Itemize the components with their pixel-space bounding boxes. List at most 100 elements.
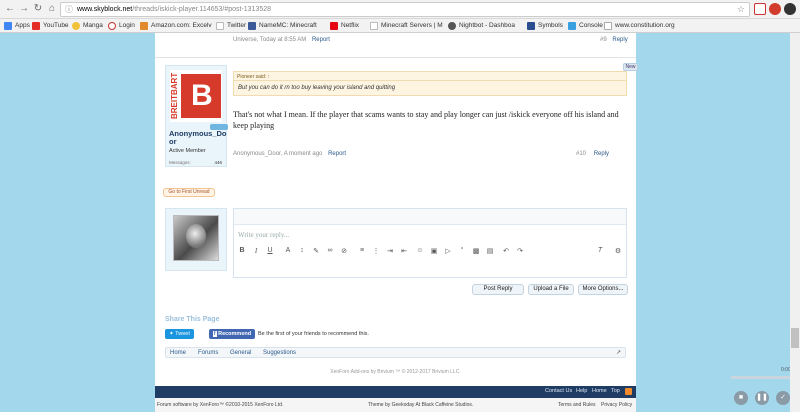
netflix-icon: [330, 22, 338, 30]
post-meta: Anonymous_Door, A moment ago Report: [233, 151, 347, 157]
messages-count: 446: [214, 160, 222, 165]
bookmark-console[interactable]: Console: [568, 21, 603, 31]
media-icon[interactable]: ▷: [443, 247, 453, 255]
breadcrumb-suggestions[interactable]: Suggestions: [263, 348, 296, 358]
bookmark-amazon[interactable]: Amazon.com: Excelv: [140, 21, 212, 31]
google-icon: [216, 22, 224, 30]
top-link[interactable]: Top: [611, 388, 620, 394]
indent-icon[interactable]: ⇥: [385, 247, 395, 255]
apps-icon: [4, 22, 12, 30]
player-progress[interactable]: [731, 376, 791, 379]
prev-reply-link[interactable]: Reply: [612, 37, 627, 43]
redo-icon[interactable]: ↷: [515, 247, 525, 255]
post-number[interactable]: #10: [576, 151, 586, 157]
bookmark-star-icon[interactable]: ☆: [737, 3, 745, 16]
recommend-button[interactable]: f Recommend: [209, 329, 255, 339]
help-link[interactable]: Help: [576, 388, 587, 394]
forward-icon[interactable]: →: [18, 3, 30, 15]
list-icon[interactable]: ⋮: [371, 247, 381, 255]
undo-icon[interactable]: ↶: [501, 247, 511, 255]
bookmark-manga[interactable]: Manga: [72, 21, 103, 31]
url-host: www.skyblock.net: [77, 6, 133, 13]
toggle-bbcode-icon[interactable]: ⚙: [613, 247, 623, 255]
link-icon[interactable]: ∞: [325, 247, 335, 254]
bookmark-youtube[interactable]: YouTube: [32, 21, 69, 31]
extension-icon[interactable]: [754, 3, 766, 15]
post-reply-button[interactable]: Post Reply: [472, 284, 524, 295]
user-avatar[interactable]: [173, 215, 219, 261]
google-icon: [370, 22, 378, 30]
upload-file-button[interactable]: Upload a File: [528, 284, 574, 295]
italic-icon[interactable]: I: [251, 247, 261, 255]
bookmark-login[interactable]: Login: [108, 21, 135, 31]
bookmark-netflix[interactable]: Netflix: [330, 21, 359, 31]
reload-icon[interactable]: ↻: [32, 3, 44, 15]
manga-icon: [72, 22, 80, 30]
back-icon[interactable]: ←: [4, 3, 16, 15]
more-options-button[interactable]: More Options...: [578, 284, 628, 295]
bookmark-twitter[interactable]: Twitter: [216, 21, 246, 31]
avatar[interactable]: BREITBART B: [170, 70, 222, 122]
record-extension-icon[interactable]: [769, 3, 781, 15]
page-viewport: Universe, Today at 8:55 AM Report #9 Rep…: [0, 33, 800, 412]
bookmark-nightbot[interactable]: Nightbot - Dashboa: [448, 21, 515, 31]
underline-icon[interactable]: U: [265, 247, 275, 254]
smilie-icon[interactable]: ☺: [415, 247, 425, 254]
report-link[interactable]: Report: [328, 151, 346, 157]
forum-page: Universe, Today at 8:55 AM Report #9 Rep…: [155, 33, 638, 412]
bookmark-constitution[interactable]: www.constitution.org: [604, 21, 675, 31]
bookmark-symbols[interactable]: Symbols: [527, 21, 563, 31]
post-controls: #10 Reply: [576, 151, 609, 157]
draft-icon[interactable]: ▤: [485, 247, 495, 255]
facebook-icon: [248, 22, 256, 30]
home-link[interactable]: Home: [592, 388, 607, 394]
addons-credit: XenForo Add-ons by Brivium ™ © 2012-2017…: [330, 369, 461, 375]
prev-report-link[interactable]: Report: [312, 37, 330, 43]
bookmark-minecraft-servers[interactable]: Minecraft Servers | M: [370, 21, 443, 31]
breadcrumb-general[interactable]: General: [230, 348, 251, 358]
bookmark-apps[interactable]: Apps: [4, 21, 30, 31]
quote-header: Pioneer said: ↑: [233, 71, 627, 81]
contact-us-link[interactable]: Contact Us: [545, 388, 572, 394]
outdent-icon[interactable]: ⇤: [399, 247, 409, 255]
unlink-icon[interactable]: ⊘: [339, 247, 349, 255]
reply-link[interactable]: Reply: [594, 151, 609, 157]
align-icon[interactable]: ≡: [357, 247, 367, 254]
menu-extension-icon[interactable]: [784, 3, 796, 15]
theme-credit[interactable]: Theme by Geekoday At Black Caffeine Stud…: [368, 402, 473, 408]
address-bar[interactable]: ⓘ www.skyblock.net/threads/iskick-player…: [60, 2, 750, 17]
breadcrumb-forums[interactable]: Forums: [198, 348, 218, 358]
bookmark-namemc[interactable]: NameMC: Minecraft: [248, 21, 317, 31]
scrollbar[interactable]: [790, 33, 800, 412]
scrollbar-thumb[interactable]: [791, 328, 799, 348]
breadcrumb-home[interactable]: Home: [170, 348, 186, 358]
quote-icon[interactable]: “: [457, 247, 467, 254]
jump-icon[interactable]: ↗: [616, 348, 621, 358]
code-icon[interactable]: ▩: [471, 247, 481, 255]
stop-icon[interactable]: ■: [734, 391, 748, 405]
page-info-icon[interactable]: ⓘ: [65, 3, 73, 16]
browser-toolbar: ← → ↻ ⌂ ⓘ www.skyblock.net/threads/iskic…: [0, 0, 800, 19]
reply-textarea[interactable]: Write your reply...: [238, 231, 289, 239]
font-family-icon[interactable]: ✎: [311, 247, 321, 255]
remove-format-icon[interactable]: T: [595, 247, 605, 254]
bold-icon[interactable]: B: [237, 247, 247, 254]
editor-toolbar: [234, 209, 626, 225]
author-name[interactable]: Anonymous_Do or: [169, 130, 227, 146]
symbols-icon: [527, 22, 535, 30]
prev-post-number[interactable]: #9: [600, 37, 607, 43]
pause-icon[interactable]: ❚❚: [755, 391, 769, 405]
privacy-link[interactable]: Privacy Policy: [601, 402, 632, 408]
font-size-icon[interactable]: ↕: [297, 247, 307, 254]
terms-link[interactable]: Terms and Rules: [558, 402, 596, 408]
login-icon: [108, 22, 116, 30]
font-color-icon[interactable]: A: [283, 247, 293, 254]
image-icon[interactable]: ▣: [429, 247, 439, 255]
rss-icon[interactable]: [625, 388, 632, 395]
amazon-icon: [140, 22, 148, 30]
check-icon[interactable]: ✓: [776, 391, 790, 405]
xenforo-credit[interactable]: Forum software by XenForo™ ©2010-2015 Xe…: [157, 402, 283, 408]
tweet-button[interactable]: ✦ Tweet: [165, 329, 194, 339]
home-icon[interactable]: ⌂: [46, 3, 58, 15]
go-first-unread-button[interactable]: Go to First Unread: [163, 188, 215, 197]
